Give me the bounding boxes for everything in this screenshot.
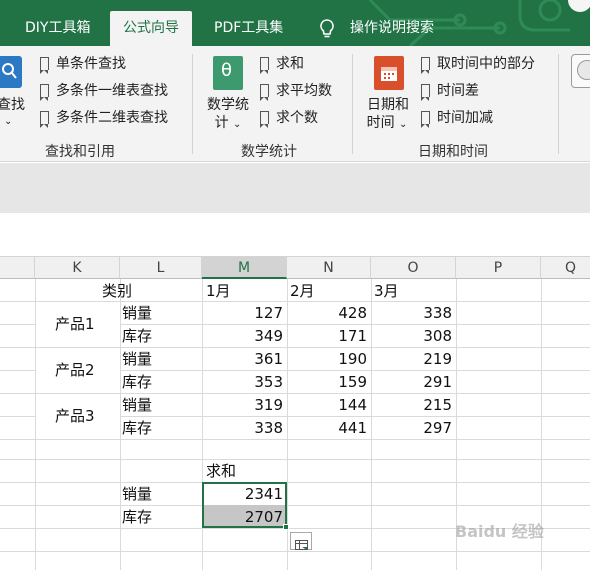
summary-row-label[interactable]: 库存 bbox=[122, 506, 152, 528]
month-header[interactable]: 3月 bbox=[374, 280, 399, 302]
column-header-p[interactable]: P bbox=[456, 257, 541, 279]
group-separator bbox=[352, 54, 353, 154]
chevron-down-icon: ⌄ bbox=[233, 119, 242, 130]
chevron-down-icon: ⌄ bbox=[399, 119, 408, 130]
count-item[interactable]: 求个数 bbox=[259, 107, 318, 129]
table-cell[interactable]: 127 bbox=[202, 302, 287, 324]
bookmark-icon bbox=[420, 57, 430, 74]
table-cell[interactable]: 338 bbox=[202, 417, 287, 439]
column-header-k[interactable]: K bbox=[35, 257, 120, 279]
table-cell[interactable]: 319 bbox=[202, 394, 287, 416]
extract-time-part-item[interactable]: 取时间中的部分 bbox=[420, 53, 535, 75]
table-cell[interactable]: 441 bbox=[287, 417, 371, 439]
table-cell[interactable]: 308 bbox=[371, 325, 456, 347]
ribbon-pane-area bbox=[0, 163, 590, 213]
table-cell[interactable]: 428 bbox=[287, 302, 371, 324]
math-stats-label-2: 计 ⌄ bbox=[214, 115, 242, 131]
column-header-q[interactable]: Q bbox=[541, 257, 590, 279]
quick-analysis-icon bbox=[295, 536, 309, 555]
bookmark-icon bbox=[420, 84, 430, 101]
sum-item[interactable]: 求和 bbox=[259, 53, 304, 75]
date-time-label-2: 时间 ⌄ bbox=[366, 115, 408, 131]
row-label[interactable]: 销量 bbox=[122, 348, 152, 370]
tab-formula-wizard[interactable]: 公式向导 bbox=[110, 11, 192, 46]
chevron-down-icon: ⌄ bbox=[4, 116, 13, 127]
theta-icon: θ bbox=[221, 60, 233, 81]
lightbulb-icon bbox=[320, 19, 334, 43]
average-item[interactable]: 求平均数 bbox=[259, 80, 332, 102]
month-header[interactable]: 2月 bbox=[290, 280, 315, 302]
product-name[interactable]: 产品1 bbox=[55, 313, 95, 335]
lookup-button[interactable] bbox=[0, 56, 22, 88]
table-cell[interactable]: 159 bbox=[287, 371, 371, 393]
math-stats-label: 数学统 bbox=[207, 97, 249, 113]
date-group-label: 日期和时间 bbox=[418, 144, 488, 160]
quick-analysis-button[interactable] bbox=[290, 532, 312, 550]
column-header-l[interactable]: L bbox=[120, 257, 202, 279]
table-cell[interactable]: 144 bbox=[287, 394, 371, 416]
column-header-n[interactable]: N bbox=[287, 257, 371, 279]
ribbon-tab-bar: DIY工具箱 公式向导 PDF工具集 操作说明搜索 bbox=[0, 0, 590, 46]
group-separator bbox=[192, 54, 193, 154]
calendar-icon bbox=[380, 64, 398, 86]
lookup-button-label: 查找 bbox=[0, 97, 25, 113]
multi-condition-2d-lookup-item[interactable]: 多条件二维表查找 bbox=[39, 107, 168, 129]
tab-diy-toolbox[interactable]: DIY工具箱 bbox=[25, 11, 90, 46]
group-separator bbox=[558, 54, 559, 154]
fill-handle[interactable] bbox=[283, 524, 289, 530]
column-header-o[interactable]: O bbox=[371, 257, 456, 279]
date-time-button[interactable] bbox=[374, 56, 404, 90]
table-cell[interactable]: 291 bbox=[371, 371, 456, 393]
table-cell[interactable]: 349 bbox=[202, 325, 287, 347]
month-header[interactable]: 1月 bbox=[206, 280, 231, 302]
single-condition-lookup-item[interactable]: 单条件查找 bbox=[39, 53, 126, 75]
bookmark-icon bbox=[259, 57, 269, 74]
row-label[interactable]: 库存 bbox=[122, 371, 152, 393]
bookmark-icon bbox=[39, 57, 49, 74]
row-label[interactable]: 库存 bbox=[122, 417, 152, 439]
bookmark-icon bbox=[259, 111, 269, 128]
table-cell[interactable]: 190 bbox=[287, 348, 371, 370]
tell-me-search[interactable]: 操作说明搜索 bbox=[350, 11, 434, 46]
circle-icon bbox=[577, 60, 590, 80]
table-cell[interactable]: 338 bbox=[371, 302, 456, 324]
time-difference-item[interactable]: 时间差 bbox=[420, 80, 479, 102]
watermark: Baidu 经验 bbox=[455, 522, 544, 541]
column-header-blank bbox=[0, 257, 35, 279]
row-label[interactable]: 库存 bbox=[122, 325, 152, 347]
category-header[interactable]: 类别 bbox=[102, 280, 132, 302]
math-stats-button[interactable]: θ bbox=[213, 56, 243, 90]
extract-button[interactable] bbox=[571, 54, 590, 88]
table-cell[interactable]: 353 bbox=[202, 371, 287, 393]
ribbon: 查找 ⌄ 单条件查找 多条件一维表查找 多条件二维表查找 查找和引用 θ 数学统… bbox=[0, 46, 590, 162]
product-name[interactable]: 产品3 bbox=[55, 405, 95, 427]
bookmark-icon bbox=[39, 111, 49, 128]
bookmark-icon bbox=[420, 111, 430, 128]
date-time-label: 日期和 bbox=[367, 97, 409, 113]
formula-bar[interactable] bbox=[0, 213, 590, 257]
summary-row-label[interactable]: 销量 bbox=[122, 483, 152, 505]
bookmark-icon bbox=[259, 84, 269, 101]
sum-header[interactable]: 求和 bbox=[206, 460, 236, 482]
row-label[interactable]: 销量 bbox=[122, 394, 152, 416]
table-cell[interactable]: 171 bbox=[287, 325, 371, 347]
table-cell[interactable]: 219 bbox=[371, 348, 456, 370]
bookmark-icon bbox=[39, 84, 49, 101]
lookup-group-label: 查找和引用 bbox=[45, 144, 115, 160]
table-cell[interactable]: 297 bbox=[371, 417, 456, 439]
selection-border bbox=[202, 482, 287, 528]
product-name[interactable]: 产品2 bbox=[55, 359, 95, 381]
magnifier-icon bbox=[1, 62, 17, 84]
column-header-m[interactable]: M bbox=[202, 257, 287, 279]
multi-condition-1d-lookup-item[interactable]: 多条件一维表查找 bbox=[39, 80, 168, 102]
table-cell[interactable]: 215 bbox=[371, 394, 456, 416]
time-add-subtract-item[interactable]: 时间加减 bbox=[420, 107, 493, 129]
tab-pdf-tools[interactable]: PDF工具集 bbox=[214, 11, 283, 46]
math-group-label: 数学统计 bbox=[241, 144, 297, 160]
table-cell[interactable]: 361 bbox=[202, 348, 287, 370]
row-label[interactable]: 销量 bbox=[122, 302, 152, 324]
